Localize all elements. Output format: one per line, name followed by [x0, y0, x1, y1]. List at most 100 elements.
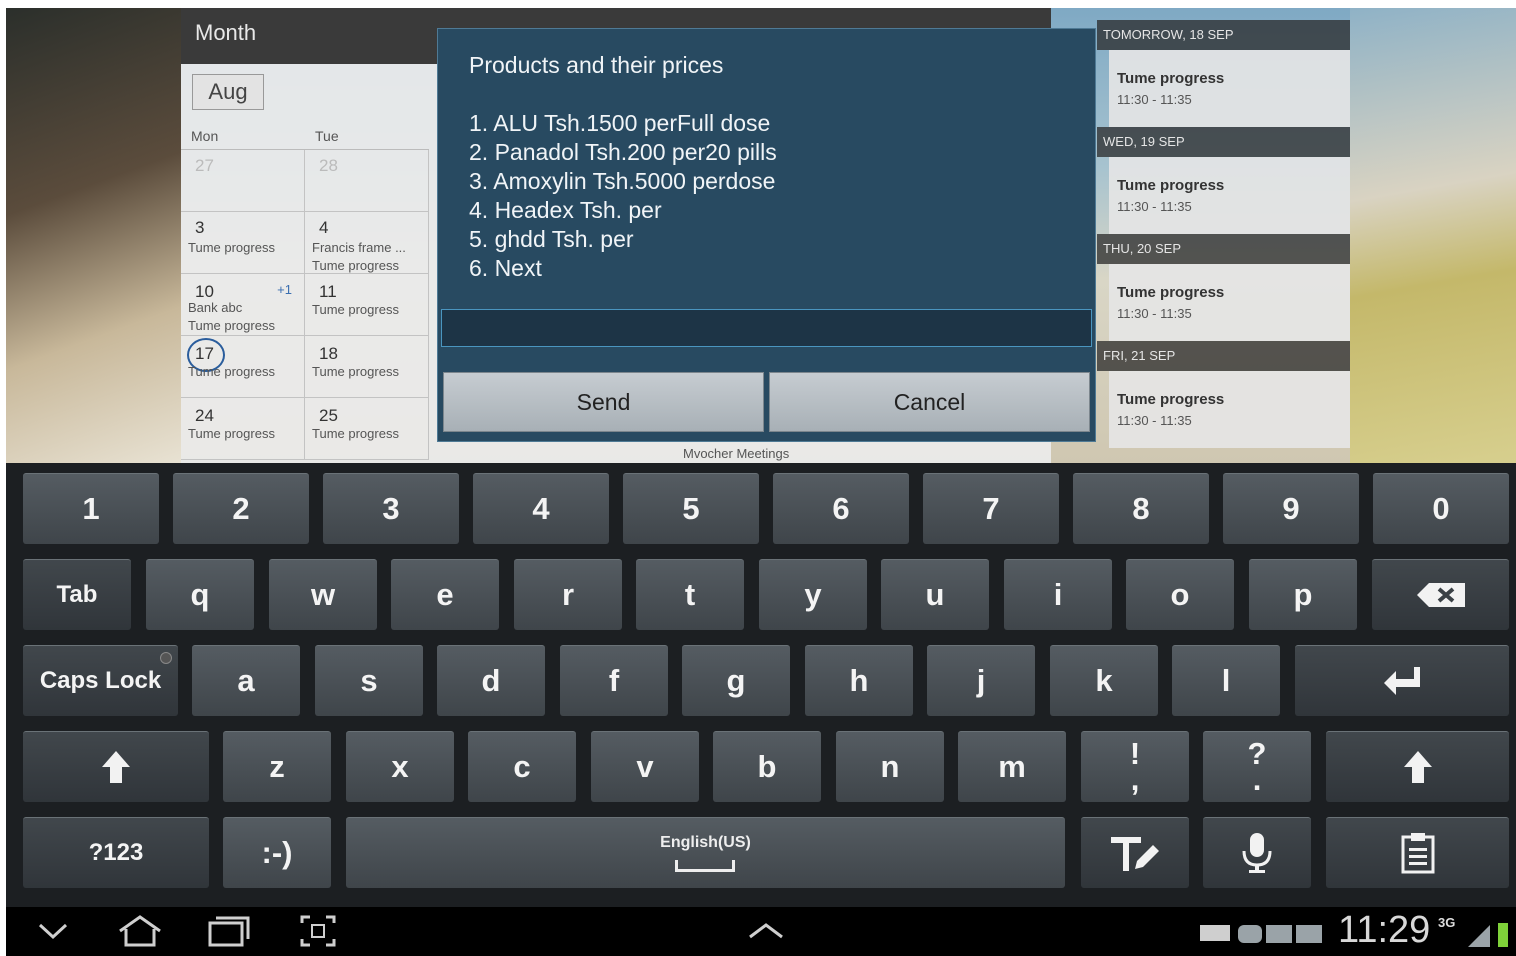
key-q[interactable]: q	[146, 559, 254, 630]
key-z[interactable]: z	[223, 731, 331, 802]
key-shift-right[interactable]	[1326, 731, 1509, 802]
key-k[interactable]: k	[1050, 645, 1158, 716]
key-enter[interactable]	[1295, 645, 1509, 716]
hide-keyboard-icon[interactable]	[36, 913, 70, 949]
key-f[interactable]: f	[560, 645, 668, 716]
key-r[interactable]: r	[514, 559, 622, 630]
calendar-day-cell[interactable]: 28	[305, 150, 429, 212]
key-s[interactable]: s	[315, 645, 423, 716]
wallpaper-right	[1350, 8, 1516, 463]
key-4[interactable]: 4	[473, 473, 609, 544]
key-w[interactable]: w	[269, 559, 377, 630]
key-2[interactable]: 2	[173, 473, 309, 544]
event-label: Tume progress	[188, 364, 275, 379]
calendar-day-cell[interactable]: 18 Tume progress	[305, 336, 429, 398]
send-button[interactable]: Send	[443, 372, 764, 432]
key-clipboard[interactable]	[1326, 817, 1509, 888]
day-number: 3	[195, 218, 205, 237]
key-a[interactable]: a	[192, 645, 300, 716]
event-label: Tume progress	[312, 302, 399, 317]
key-5[interactable]: 5	[623, 473, 759, 544]
agenda-event-time: 11:30 - 11:35	[1117, 413, 1192, 428]
key-voice-input[interactable]	[1203, 817, 1311, 888]
agenda-event[interactable]: Tume progress 11:30 - 11:35	[1109, 371, 1350, 448]
day-number: 27	[195, 156, 214, 175]
key-e[interactable]: e	[391, 559, 499, 630]
calendar-day-cell[interactable]: 4 Francis frame ... Tume progress	[305, 212, 429, 274]
network-type: 3G	[1438, 915, 1456, 930]
key-v[interactable]: v	[591, 731, 699, 802]
key-x[interactable]: x	[346, 731, 454, 802]
agenda-event-title: Tume progress	[1117, 70, 1225, 87]
screenshot-icon[interactable]	[298, 913, 338, 949]
key-8[interactable]: 8	[1073, 473, 1209, 544]
event-label: Tume progress	[188, 426, 275, 441]
key-9[interactable]: 9	[1223, 473, 1359, 544]
status-clock: 11:29	[1338, 909, 1431, 951]
key-y[interactable]: y	[759, 559, 867, 630]
key-h[interactable]: h	[805, 645, 913, 716]
key-caps-lock[interactable]: Caps Lock	[23, 645, 178, 716]
shift-icon	[1403, 751, 1432, 783]
event-label: Tume progress	[188, 240, 275, 255]
key-u[interactable]: u	[881, 559, 989, 630]
agenda-event-time: 11:30 - 11:35	[1117, 92, 1192, 107]
key-7[interactable]: 7	[923, 473, 1059, 544]
notification-icons	[1200, 925, 1322, 943]
weekday-mon: Mon	[181, 128, 305, 150]
key-t[interactable]: t	[636, 559, 744, 630]
key-j[interactable]: j	[927, 645, 1035, 716]
key-d[interactable]: d	[437, 645, 545, 716]
key-text-format[interactable]	[1081, 817, 1189, 888]
key-g[interactable]: g	[682, 645, 790, 716]
cancel-button[interactable]: Cancel	[769, 372, 1090, 432]
key-smiley[interactable]: :-)	[223, 817, 331, 888]
agenda-date-header: FRI, 21 SEP	[1097, 341, 1350, 371]
key-shift-left[interactable]	[23, 731, 209, 802]
agenda-event[interactable]: Tume progress 11:30 - 11:35	[1109, 157, 1350, 234]
calendar-day-cell[interactable]: 3 Tume progress	[181, 212, 305, 274]
recent-apps-icon[interactable]	[206, 913, 252, 949]
caps-lock-label: Caps Lock	[39, 667, 162, 694]
key-p[interactable]: p	[1249, 559, 1357, 630]
key-c[interactable]: c	[468, 731, 576, 802]
key-exclaim-comma[interactable]: ! ,	[1081, 731, 1189, 802]
key-l[interactable]: l	[1172, 645, 1280, 716]
calendar-day-cell[interactable]: 10 +1 Bank abc Tume progress	[181, 274, 305, 336]
space-icon	[675, 860, 735, 872]
key-n[interactable]: n	[836, 731, 944, 802]
key-i[interactable]: i	[1004, 559, 1112, 630]
event-label: Francis frame ...	[312, 240, 406, 255]
key-bottom-char: .	[1252, 762, 1262, 797]
key-tab[interactable]: Tab	[23, 559, 131, 630]
key-backspace[interactable]	[1372, 559, 1509, 630]
calendar-day-cell[interactable]: 11 Tume progress	[305, 274, 429, 336]
key-1[interactable]: 1	[23, 473, 159, 544]
chevron-up-icon[interactable]	[746, 913, 786, 949]
month-selector-button[interactable]: Aug	[192, 74, 264, 110]
home-icon[interactable]	[116, 913, 164, 949]
calendar-view-title[interactable]: Month	[195, 20, 256, 46]
key-question-period[interactable]: ? .	[1203, 731, 1311, 802]
day-number: 4	[319, 218, 329, 237]
event-label: Mvocher Meetings	[683, 446, 790, 461]
calendar-day-cell[interactable]: 25 Tume progress	[305, 398, 429, 460]
calendar-day-cell-today[interactable]: 17 Tume progress	[181, 336, 305, 398]
agenda-event[interactable]: Tume progress 11:30 - 11:35	[1109, 50, 1350, 127]
agenda-event[interactable]: Tume progress 11:30 - 11:35	[1109, 264, 1350, 341]
tablet-screen: Month Aug Mon Tue 27 28 3 Tume progress …	[6, 8, 1516, 956]
agenda-event-title: Tume progress	[1117, 284, 1225, 301]
key-b[interactable]: b	[713, 731, 821, 802]
key-symbols[interactable]: ?123	[23, 817, 209, 888]
key-0[interactable]: 0	[1373, 473, 1509, 544]
key-6[interactable]: 6	[773, 473, 909, 544]
agenda-date-header: THU, 20 SEP	[1097, 234, 1350, 264]
microphone-icon	[1242, 833, 1272, 873]
calendar-day-cell[interactable]: 24 Tume progress	[181, 398, 305, 460]
key-space[interactable]: English(US)	[346, 817, 1065, 888]
key-o[interactable]: o	[1126, 559, 1234, 630]
reply-input[interactable]	[441, 309, 1092, 347]
key-3[interactable]: 3	[323, 473, 459, 544]
calendar-day-cell[interactable]: 27	[181, 150, 305, 212]
key-m[interactable]: m	[958, 731, 1066, 802]
